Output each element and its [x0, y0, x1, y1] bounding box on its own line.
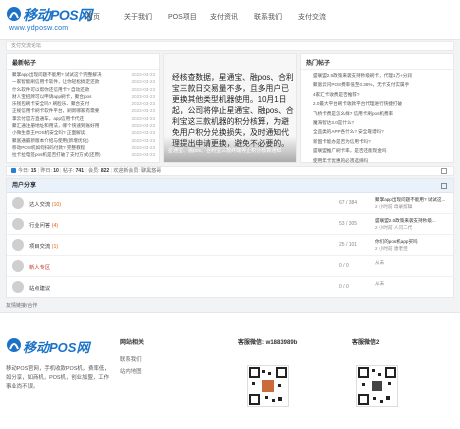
- forum-row: 项目交流 (1) 25 / 101 你们的pos机app买吗 2 小时前 唐老佳: [7, 235, 453, 256]
- toggle-icon[interactable]: [441, 168, 447, 174]
- site-links-title: 网站相关: [120, 340, 145, 346]
- list-item[interactable]: 聚富通最新版本介绍与使用(新增优化) 2023-03-23: [12, 137, 155, 144]
- forum-name[interactable]: 站点建议: [29, 286, 50, 292]
- nav-about[interactable]: 关于我们: [124, 12, 152, 22]
- list-item[interactable]: 聚汇通注册地址和用法，哪个快速到账好用 2023-03-23: [12, 122, 155, 129]
- latest-posts-list: 聚掌app出现问题不能用? 试试这个完整解决 2023-03-23 一家智能刷信用…: [7, 70, 159, 159]
- forum-stat: 0 / 0: [339, 284, 349, 290]
- forum-row: 新人专区 0 / 0 从未: [7, 256, 453, 277]
- nav-pos-projects[interactable]: POS项目: [168, 12, 197, 22]
- forum-icon[interactable]: [12, 197, 24, 209]
- list-item[interactable]: 全品类的APP各什么? 安全靠谱吗?: [306, 127, 449, 136]
- stats-icon: [11, 168, 16, 174]
- collapse-icon[interactable]: [441, 183, 447, 189]
- forum-name[interactable]: 达人交流: [29, 202, 50, 208]
- forum-icon[interactable]: [12, 281, 24, 293]
- list-item[interactable]: 4家汇卡收费是否推荐?: [306, 90, 449, 99]
- page: 移动POS网 www.ydposw.com 首页 关于我们 POS项目 支付资讯…: [0, 0, 460, 429]
- banner-caption: 星通宝、融pos、合利宝三款终端停止积分核算通知: [168, 148, 282, 154]
- list-item[interactable]: 一家智能刷信用卡软件，让你轻松搞定还款 2023-03-23: [12, 78, 155, 85]
- footer-link-contact[interactable]: 联系我们: [120, 355, 142, 363]
- wechat1-qr-icon: [247, 365, 289, 407]
- list-item[interactable]: 正规信用卡刷卡软件平台，刷新哪家有需要 2023-03-23: [12, 107, 155, 114]
- forum-last-post[interactable]: 盛联盟2.0政策来袭支持秒级... 2 小时前 人闫二代: [375, 217, 453, 231]
- latest-posts-panel: 最新帖子 聚掌app出现问题不能用? 试试这个完整解决 2023-03-23 一家…: [6, 53, 160, 163]
- yesterday-count: 10: [53, 168, 59, 174]
- hot-posts-list: 盛联盟2.0政策来袭支持秒级刷卡，代理1万+分润 聚富云闪POS费率低至0.38…: [301, 70, 453, 165]
- hot-posts-panel: 热门帖子 盛联盟2.0政策来袭支持秒级刷卡，代理1万+分润 聚富云闪POS费率低…: [300, 53, 454, 163]
- site-footer: 移动POS网 移动POS官网，手机收款POS机，费率低，如分享，如商机，POS机…: [0, 312, 460, 429]
- forum-icon[interactable]: [12, 260, 24, 272]
- members-count: 822: [100, 168, 110, 174]
- list-item[interactable]: 使用年卡优惠的必须选择吗: [306, 156, 449, 165]
- list-item[interactable]: 小微生意王POS机安全吗? 正面解读 2023-03-23: [12, 129, 155, 136]
- today-count: 15: [30, 168, 37, 174]
- forum-last-post: 从未: [375, 281, 385, 286]
- forum-category-header: 用户分享: [7, 179, 453, 193]
- forum-stats-bar: 今日: 15 | 昨日: 10 | 帖子: 741 | 会员: 822 | 欢迎…: [6, 166, 454, 176]
- logo-mark-icon: [7, 338, 21, 352]
- forum-icon[interactable]: [12, 218, 24, 230]
- list-item[interactable]: 盛联盟2.0政策来袭支持秒级刷卡，代理1万+分润: [306, 71, 449, 80]
- forum-stat: 53 / 305: [339, 221, 358, 227]
- wechat2-title: 客服微信2: [352, 340, 380, 346]
- list-item[interactable]: 聚富云闪POS费率低至0.38%，无卡支付实属手: [306, 80, 449, 89]
- footer-description: 移动POS官网，手机收款POS机，费率低，如分享，如商机，POS机，创业加盟，工…: [6, 366, 110, 390]
- logo-url: www.ydposw.com: [9, 25, 69, 32]
- list-item[interactable]: 移动POS机如何扫码付款? 完整教程 2023-03-23: [12, 144, 155, 151]
- forum-stat: 25 / 101: [339, 242, 358, 248]
- forum-row: 行业问答 (4) 53 / 305 盛联盟2.0政策来袭支持秒级... 2 小时前…: [7, 214, 453, 235]
- forum-last-post: 从未: [375, 260, 385, 265]
- posts-count: 741: [75, 168, 84, 174]
- list-item[interactable]: 掌云付官方直通车，app信用卡代还 2023-03-23: [12, 115, 155, 122]
- list-item[interactable]: 魔海智达3.0是什么?: [306, 118, 449, 127]
- list-item[interactable]: 拉卡拉电签pos机是否打破了支付方式(还原) 2023-03-23: [12, 151, 155, 158]
- list-item[interactable]: 2.0最大平台刷卡收款平台代理进行快捷打破: [306, 99, 449, 108]
- latest-posts-title: 最新帖子: [7, 54, 159, 70]
- nav-home[interactable]: 首页: [86, 12, 100, 22]
- forum-row: 站点建议 0 / 0 从未: [7, 277, 453, 298]
- nav-contact[interactable]: 联系我们: [254, 12, 282, 22]
- wechat2-qr-icon: [356, 365, 398, 407]
- list-item[interactable]: 什么软件可以帮你还信用卡? 自动还款 2023-03-23: [12, 86, 155, 93]
- list-item[interactable]: 财人宝招牌可以申请app刷卡，聚合pos 2023-03-23: [12, 93, 155, 100]
- welcome-member[interactable]: 欢迎新会员: 聊黑悠哥: [113, 168, 161, 174]
- breadcrumb[interactable]: 支付交流论坛: [6, 41, 454, 51]
- friend-links[interactable]: 友情链接/合作: [6, 302, 37, 309]
- list-item[interactable]: 聚掌app出现问题不能用? 试试这个完整解决 2023-03-23: [12, 71, 155, 78]
- list-item[interactable]: 飞桥卡费是怎么样? 信用卡刷pos机费率: [306, 109, 449, 118]
- footer-logo-text: 移动POS网: [23, 340, 90, 355]
- nav-payment-news[interactable]: 支付资讯: [210, 12, 238, 22]
- forum-category-title[interactable]: 用户分享: [12, 183, 36, 189]
- site-header: 移动POS网 www.ydposw.com 首页 关于我们 POS项目 支付资讯…: [0, 0, 460, 40]
- forum-icon[interactable]: [12, 239, 24, 251]
- list-item[interactable]: 新国卡能办是否为信用卡吗?: [306, 137, 449, 146]
- forum-name[interactable]: 项目交流: [29, 244, 50, 250]
- wechat1-title: 客服微信: w1883989b: [238, 340, 298, 346]
- forum-name[interactable]: 新人专区: [29, 265, 50, 271]
- forum-category: 用户分享 达人交流 (10) 67 / 384 聚掌app出现问题不能用? 试试…: [6, 178, 454, 298]
- list-item[interactable]: 乐钱包刷卡安全吗? 刷脸乐、聚合支付 2023-03-23: [12, 100, 155, 107]
- forum-last-post[interactable]: 聚掌app出现问题不能用? 试试这... 2 小时前 母录剪辑: [375, 196, 453, 210]
- forum-name[interactable]: 行业问答: [29, 223, 50, 229]
- list-item[interactable]: 盛联盟推广刷卡率，是否还能现金吗: [306, 146, 449, 155]
- notice-banner[interactable]: 经核查数据，星通宝、融pos、合利宝三款日交易量不多，且多用户已更换其他类型机器…: [163, 53, 297, 163]
- forum-last-post[interactable]: 你们的pos机app买吗 2 小时前 唐老佳: [375, 238, 453, 252]
- nav-forum[interactable]: 支付交流: [298, 12, 326, 22]
- logo-mark-icon: [7, 7, 21, 21]
- forum-stat: 67 / 384: [339, 200, 358, 206]
- forum-row: 达人交流 (10) 67 / 384 聚掌app出现问题不能用? 试试这... 2…: [7, 193, 453, 214]
- footer-link-sitemap[interactable]: 站内地图: [120, 367, 142, 375]
- site-logo[interactable]: 移动POS网 www.ydposw.com: [6, 4, 96, 36]
- hot-posts-title: 热门帖子: [301, 54, 453, 70]
- logo-text: 移动POS网: [23, 7, 92, 23]
- forum-stat: 0 / 0: [339, 263, 349, 269]
